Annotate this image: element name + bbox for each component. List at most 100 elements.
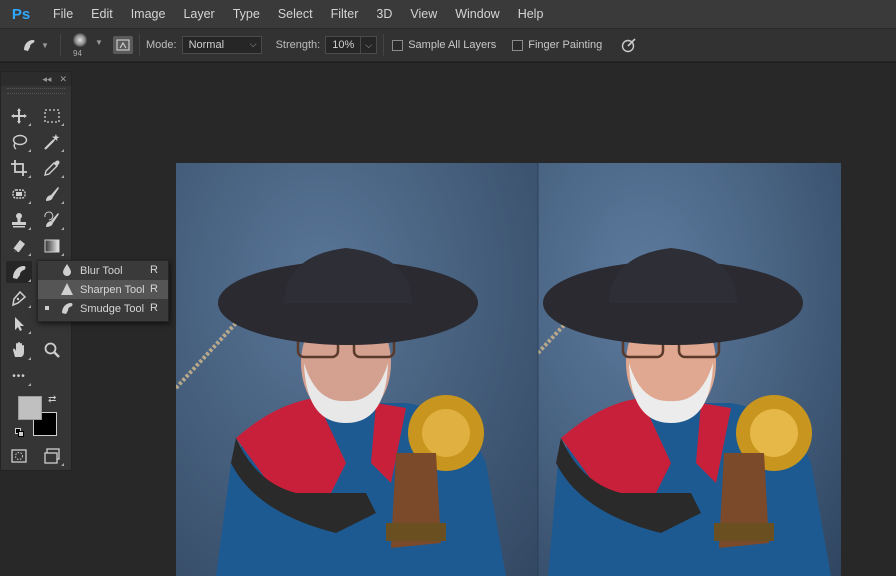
screen-mode-icon xyxy=(44,448,60,464)
smudge-finger-icon xyxy=(62,303,73,314)
magic-wand-icon xyxy=(44,134,60,150)
photo-before xyxy=(176,163,538,576)
spot-healing-tool[interactable] xyxy=(6,183,32,205)
flyout-item-label: Sharpen Tool xyxy=(80,283,145,296)
edit-toolbar-button[interactable]: ••• xyxy=(6,365,32,387)
flyout-item-label: Blur Tool xyxy=(80,264,123,277)
pressure-pen-icon xyxy=(622,38,636,53)
menu-help[interactable]: Help xyxy=(509,0,553,28)
quick-mask-icon xyxy=(11,449,27,463)
history-brush-tool[interactable] xyxy=(39,209,65,231)
menu-file[interactable]: File xyxy=(44,0,82,28)
smudge-finger-icon xyxy=(24,40,35,51)
flyout-item-smudge-tool[interactable]: Smudge Tool R xyxy=(38,299,168,318)
brush-preset-picker[interactable]: 94 ▼ xyxy=(67,30,105,60)
checkbox-box[interactable] xyxy=(512,39,524,51)
clone-stamp-tool[interactable] xyxy=(6,209,32,231)
magic-wand-tool[interactable] xyxy=(39,131,65,153)
swap-colors-icon[interactable]: ⇄ xyxy=(48,394,56,405)
options-bar: ▼ 94 ▼ Mode: Normal ⌵ Strength: 10% ⌵ Sa… xyxy=(0,28,896,62)
menu-filter[interactable]: Filter xyxy=(322,0,368,28)
strength-slider-toggle[interactable]: ⌵ xyxy=(361,36,378,54)
screen-mode-button[interactable] xyxy=(39,445,65,467)
brush-panel-toggle[interactable] xyxy=(113,36,133,54)
menu-window[interactable]: Window xyxy=(446,0,508,28)
separator xyxy=(383,34,385,56)
strength-input[interactable]: 10% xyxy=(325,36,362,54)
crop-icon xyxy=(11,160,27,176)
separator xyxy=(60,34,61,56)
menu-type[interactable]: Type xyxy=(224,0,269,28)
menu-layer[interactable]: Layer xyxy=(174,0,223,28)
pen-tool[interactable] xyxy=(6,287,32,309)
photo-after xyxy=(538,163,841,576)
menu-edit[interactable]: Edit xyxy=(82,0,122,28)
strength-value: 10% xyxy=(332,39,355,51)
gradient-tool[interactable] xyxy=(39,235,65,257)
finger-painting-label: Finger Painting xyxy=(528,39,603,51)
menu-select[interactable]: Select xyxy=(269,0,322,28)
menu-3d[interactable]: 3D xyxy=(367,0,401,28)
chevron-down-icon: ⌵ xyxy=(365,39,373,50)
checkbox-box[interactable] xyxy=(392,39,404,51)
magnifier-icon xyxy=(44,342,60,358)
marquee-tool[interactable] xyxy=(39,105,65,127)
separator xyxy=(139,34,140,56)
close-icon[interactable]: ✕ xyxy=(59,74,67,85)
tool-flyout-menu: Blur Tool R Sharpen Tool R Smudge Tool R xyxy=(37,260,169,322)
quick-mask-button[interactable] xyxy=(6,445,32,467)
pen-icon xyxy=(12,290,27,307)
eraser-icon xyxy=(12,240,25,253)
eraser-tool[interactable] xyxy=(6,235,32,257)
menu-bar: Ps File Edit Image Layer Type Select Fil… xyxy=(0,0,896,28)
sample-all-layers-label: Sample All Layers xyxy=(408,39,497,51)
brush-icon xyxy=(46,187,59,201)
blur-drop-icon xyxy=(63,264,71,276)
path-selection-tool[interactable] xyxy=(6,313,32,335)
portrait-illustration xyxy=(538,248,831,576)
mode-select[interactable]: Normal ⌵ xyxy=(181,36,262,54)
lasso-tool[interactable] xyxy=(6,131,32,153)
move-icon xyxy=(11,108,27,124)
eyedropper-tool[interactable] xyxy=(39,157,65,179)
smudge-finger-icon xyxy=(13,266,26,279)
flyout-item-blur-tool[interactable]: Blur Tool R xyxy=(38,261,168,280)
portrait-illustration xyxy=(176,248,506,576)
selected-indicator xyxy=(45,306,49,310)
move-tool[interactable] xyxy=(6,105,32,127)
foreground-color-swatch[interactable] xyxy=(18,396,42,420)
shortcut-key: R xyxy=(150,264,158,276)
zoom-tool[interactable] xyxy=(39,339,65,361)
brush-size-label: 94 xyxy=(73,49,82,58)
shortcut-key: R xyxy=(150,283,158,295)
comparison-divider xyxy=(537,163,539,576)
crop-tool[interactable] xyxy=(6,157,32,179)
finger-painting-checkbox[interactable]: Finger Painting xyxy=(512,39,602,51)
menu-view[interactable]: View xyxy=(401,0,446,28)
sharpen-triangle-icon xyxy=(61,283,73,295)
flyout-item-label: Smudge Tool xyxy=(80,302,145,315)
lasso-icon xyxy=(12,134,28,150)
mode-label: Mode: xyxy=(146,39,177,51)
tool-preset-picker[interactable]: ▼ xyxy=(20,36,54,54)
flyout-item-sharpen-tool[interactable]: Sharpen Tool R xyxy=(38,280,168,299)
bandage-icon xyxy=(12,189,26,199)
strength-label: Strength: xyxy=(275,39,321,51)
default-colors-icon[interactable] xyxy=(15,428,25,438)
document-canvas[interactable] xyxy=(176,163,841,576)
smudge-tool[interactable] xyxy=(6,261,32,283)
brush-tip-icon xyxy=(73,33,87,47)
ellipsis-icon: ••• xyxy=(12,370,26,382)
menu-image[interactable]: Image xyxy=(122,0,175,28)
toolbox-grip[interactable] xyxy=(7,88,65,94)
history-brush-icon xyxy=(44,211,59,227)
gradient-icon xyxy=(44,239,60,253)
brush-tool[interactable] xyxy=(39,183,65,205)
sample-all-layers-checkbox[interactable]: Sample All Layers xyxy=(392,39,496,51)
shortcut-key: R xyxy=(150,302,158,314)
collapse-icon[interactable]: ◂◂ xyxy=(42,74,51,85)
stamp-icon xyxy=(12,213,26,228)
hand-tool[interactable] xyxy=(6,339,32,361)
pressure-button[interactable] xyxy=(620,36,638,54)
rectangular-marquee-icon xyxy=(44,109,60,123)
